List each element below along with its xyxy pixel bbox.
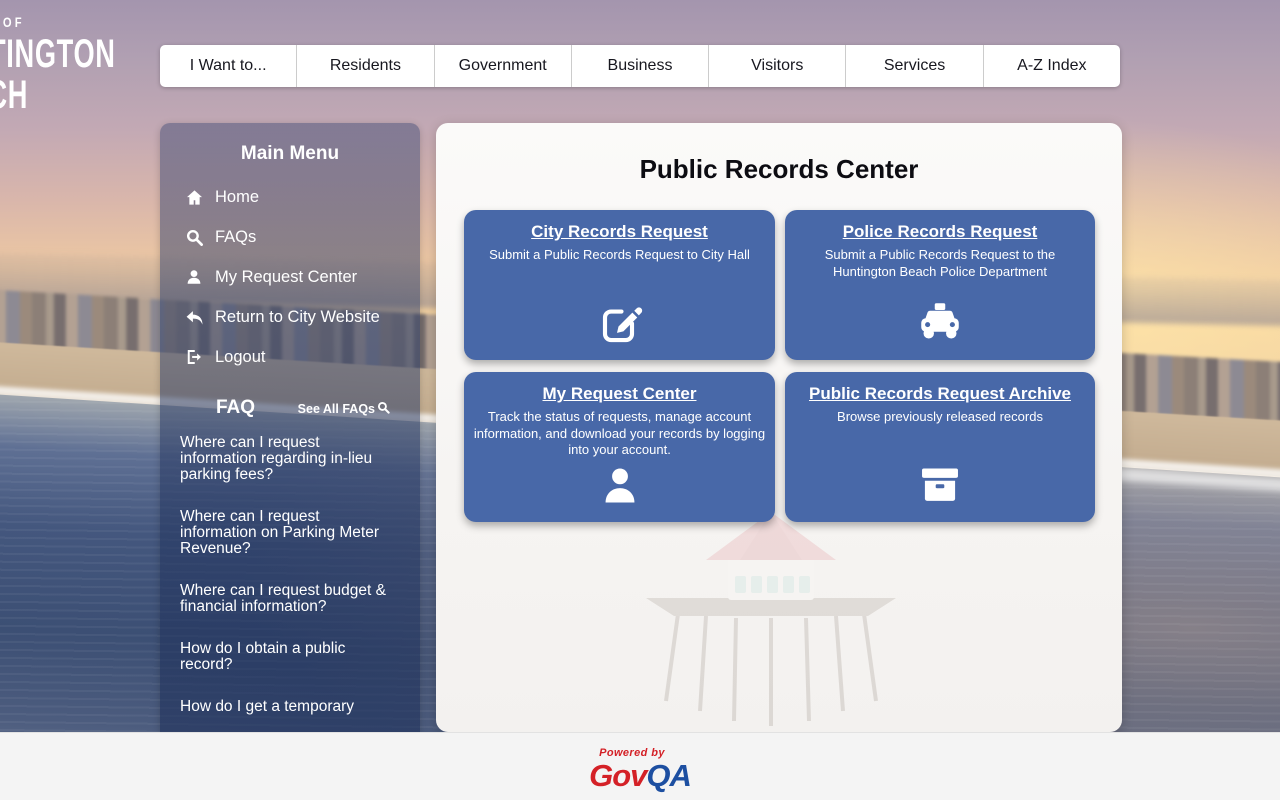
sidebar-item-my-request-center[interactable]: My Request Center [160, 257, 420, 297]
see-all-faqs-link[interactable]: See All FAQs [298, 401, 390, 417]
archive-box-icon [917, 462, 963, 508]
sidebar-item-logout[interactable]: Logout [160, 337, 420, 377]
nav-item-services[interactable]: Services [846, 45, 984, 87]
pier-watermark [646, 512, 896, 726]
my-request-center-link[interactable]: My Request Center [543, 384, 697, 404]
sidebar-item-label: Logout [215, 347, 266, 366]
faq-list: Where can I request information regardin… [160, 435, 420, 715]
sidebar-item-label: FAQs [215, 227, 257, 246]
sidebar-item-home[interactable]: Home [160, 177, 420, 217]
nav-item-visitors[interactable]: Visitors [709, 45, 847, 87]
reply-icon [184, 307, 204, 327]
main-menu-title: Main Menu [240, 143, 340, 164]
govqa-brand: GovQA [589, 758, 692, 793]
city-logo-line1: CITY OF [0, 14, 25, 30]
faq-link[interactable]: How do I obtain a public record? [180, 641, 390, 673]
logout-icon [184, 347, 204, 367]
card-description: Track the status of requests, manage acc… [473, 409, 766, 458]
govqa-logo[interactable]: Powered by GovQA [589, 743, 692, 793]
footer: Powered by GovQA [0, 732, 1280, 800]
person-icon [598, 464, 642, 508]
govqa-brand-qa: QA [646, 758, 691, 793]
card-description: Submit a Public Records Request to the H… [824, 247, 1056, 279]
page: CITY OF HUNTINGTON BEACH I Want to... Re… [0, 0, 1280, 800]
sidebar-item-label: Home [215, 187, 260, 206]
city-logo-line2: HUNTINGTON [0, 32, 116, 76]
top-nav: I Want to... Residents Government Busine… [160, 45, 1120, 87]
police-car-icon [914, 298, 966, 346]
sidebar-item-label: Return to City Website [215, 307, 380, 326]
city-logo: CITY OF HUNTINGTON BEACH [0, 14, 168, 116]
user-icon [184, 267, 204, 287]
main-menu: Home FAQs My Request Center Return to Ci… [160, 177, 420, 377]
faq-title: FAQ [216, 397, 256, 418]
nav-item-i-want-to[interactable]: I Want to... [160, 45, 298, 87]
records-cards-grid: City Records Request Submit a Public Rec… [464, 210, 1095, 522]
edit-icon [596, 298, 644, 346]
page-title: Public Records Center [639, 154, 919, 184]
sidebar-item-faqs[interactable]: FAQs [160, 217, 420, 257]
nav-item-az-index[interactable]: A-Z Index [984, 45, 1120, 87]
public-records-archive-link[interactable]: Public Records Request Archive [809, 384, 1071, 404]
main-panel: Public Records Center City Records Reque… [436, 123, 1122, 732]
city-records-request-card[interactable]: City Records Request Submit a Public Rec… [464, 210, 775, 360]
city-logo-line3: BEACH [0, 73, 29, 117]
nav-item-business[interactable]: Business [572, 45, 710, 87]
see-all-faqs-label: See All FAQs [297, 402, 375, 416]
card-description: Submit a Public Records Request to City … [489, 247, 750, 262]
faq-link[interactable]: Where can I request information regardin… [180, 435, 390, 483]
search-icon [184, 227, 204, 247]
govqa-brand-gov: Gov [589, 758, 647, 793]
search-icon [377, 401, 390, 417]
sidebar: Main Menu Home FAQs My Request Center Re… [160, 123, 420, 732]
police-records-request-link[interactable]: Police Records Request [843, 222, 1038, 242]
city-records-request-link[interactable]: City Records Request [531, 222, 708, 242]
home-icon [184, 187, 204, 207]
faq-link[interactable]: How do I get a temporary [180, 699, 390, 715]
police-records-request-card[interactable]: Police Records Request Submit a Public R… [785, 210, 1095, 360]
faq-link[interactable]: Where can I request budget & financial i… [180, 583, 390, 615]
sidebar-item-label: My Request Center [215, 267, 358, 286]
nav-item-residents[interactable]: Residents [297, 45, 435, 87]
faq-header: FAQ See All FAQs [190, 397, 390, 419]
card-description: Browse previously released records [837, 409, 1043, 424]
nav-item-government[interactable]: Government [435, 45, 572, 87]
public-records-archive-card[interactable]: Public Records Request Archive Browse pr… [785, 372, 1095, 522]
faq-link[interactable]: Where can I request information on Parki… [180, 509, 390, 557]
sidebar-item-return-to-city-website[interactable]: Return to City Website [160, 297, 420, 337]
my-request-center-card[interactable]: My Request Center Track the status of re… [464, 372, 775, 522]
